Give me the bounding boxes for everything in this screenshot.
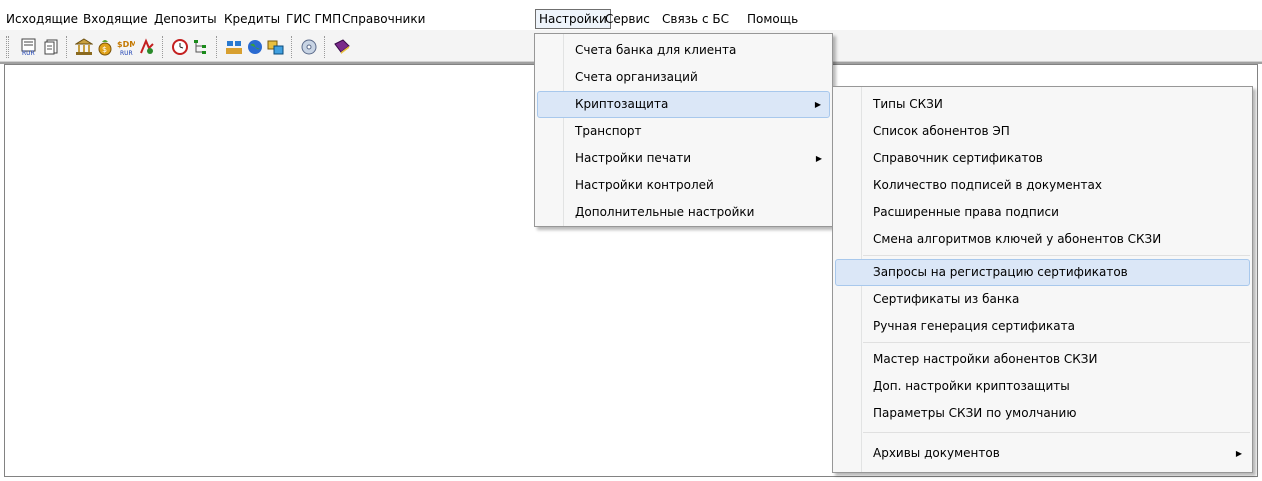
settings-item-label: Настройки контролей (575, 178, 714, 192)
crypto-item-extended-signing-rights[interactable]: Расширенные права подписи (835, 199, 1250, 226)
crypto-item-bank-certificates[interactable]: Сертификаты из банка (835, 286, 1250, 313)
menu-separator (863, 255, 1250, 256)
crypto-item-label: Список абонентов ЭП (873, 124, 1010, 138)
crypto-item-document-archives[interactable]: Архивы документов ▶ (835, 440, 1250, 467)
tree-icon[interactable] (192, 38, 210, 56)
menu-gis-gmp[interactable]: ГИС ГМП (282, 9, 345, 29)
settings-item-control-settings[interactable]: Настройки контролей (537, 172, 830, 199)
submenu-arrow-icon: ▶ (814, 100, 821, 109)
settings-item-label: Счета организаций (575, 70, 698, 84)
toolbar-separator (162, 36, 163, 58)
toolbar-separator (324, 36, 325, 58)
deposit-icon[interactable]: $ (96, 38, 114, 56)
settings-item-additional-settings[interactable]: Дополнительные настройки (537, 199, 830, 226)
settings-item-label: Криптозащита (575, 97, 669, 111)
exchange-icon[interactable] (267, 38, 285, 56)
crypto-item-certificates-directory[interactable]: Справочник сертификатов (835, 145, 1250, 172)
settings-item-org-accounts[interactable]: Счета организаций (537, 64, 830, 91)
menu-deposits[interactable]: Депозиты (150, 9, 221, 29)
users-icon[interactable] (225, 38, 243, 56)
crypto-item-signature-count[interactable]: Количество подписей в документах (835, 172, 1250, 199)
crypto-item-label: Справочник сертификатов (873, 151, 1043, 165)
settings-item-label: Настройки печати (575, 151, 692, 165)
copy-document-icon[interactable] (42, 38, 60, 56)
settings-item-transport[interactable]: Транспорт (537, 118, 830, 145)
menu-bs-connection[interactable]: Связь с БС (658, 9, 733, 29)
crypto-item-label: Мастер настройки абонентов СКЗИ (873, 352, 1098, 366)
book-icon[interactable] (333, 38, 351, 56)
menu-service[interactable]: Сервис (601, 9, 654, 29)
menu-outgoing[interactable]: Исходящие (2, 9, 82, 29)
crypto-item-skzi-types[interactable]: Типы СКЗИ (835, 91, 1250, 118)
toolbar-separator (216, 36, 217, 58)
crypto-item-label: Смена алгоритмов ключей у абонентов СКЗИ (873, 232, 1162, 246)
globe-icon[interactable] (246, 38, 264, 56)
menu-separator (863, 432, 1250, 433)
toolbar-separator (66, 36, 67, 58)
crypto-item-label: Архивы документов (873, 446, 1000, 460)
settings-item-label: Счета банка для клиента (575, 43, 737, 57)
toolbar-separator (291, 36, 292, 58)
menu-settings[interactable]: Настройки (535, 9, 611, 29)
menu-references[interactable]: Справочники (338, 9, 429, 29)
submenu-arrow-icon: ▶ (1235, 449, 1242, 458)
svg-text:$DM: $DM (117, 40, 135, 49)
crypto-item-subscriber-wizard[interactable]: Мастер настройки абонентов СКЗИ (835, 346, 1250, 373)
crypto-item-label: Количество подписей в документах (873, 178, 1102, 192)
menu-help[interactable]: Помощь (743, 9, 802, 29)
crypto-item-additional-crypto-settings[interactable]: Доп. настройки криптозащиты (835, 373, 1250, 400)
menu-separator (863, 342, 1250, 343)
crypto-item-label: Доп. настройки криптозащиты (873, 379, 1070, 393)
crypto-item-label: Сертификаты из банка (873, 292, 1020, 306)
bank-icon[interactable] (74, 38, 94, 56)
rur-document-icon[interactable]: RUR (20, 38, 38, 57)
clock-icon[interactable] (171, 38, 189, 56)
credit-icon[interactable] (138, 38, 156, 56)
settings-item-crypto[interactable]: Криптозащита ▶ (537, 91, 830, 118)
crypto-item-label: Типы СКЗИ (873, 97, 943, 111)
crypto-submenu: Типы СКЗИ Список абонентов ЭП Справочник… (832, 86, 1253, 473)
settings-item-label: Дополнительные настройки (575, 205, 755, 219)
disk-icon[interactable] (300, 38, 318, 56)
settings-item-print-settings[interactable]: Настройки печати ▶ (537, 145, 830, 172)
crypto-item-key-algorithm-change[interactable]: Смена алгоритмов ключей у абонентов СКЗИ (835, 226, 1250, 253)
menu-credits[interactable]: Кредиты (220, 9, 284, 29)
crypto-item-label: Запросы на регистрацию сертификатов (873, 265, 1128, 279)
svg-text:RUR: RUR (22, 50, 35, 56)
settings-item-bank-accounts[interactable]: Счета банка для клиента (537, 37, 830, 64)
menu-incoming[interactable]: Входящие (79, 9, 152, 29)
crypto-item-default-skzi-params[interactable]: Параметры СКЗИ по умолчанию (835, 400, 1250, 427)
submenu-arrow-icon: ▶ (815, 154, 822, 163)
toolbar-grip[interactable] (6, 36, 9, 58)
crypto-item-ep-subscribers[interactable]: Список абонентов ЭП (835, 118, 1250, 145)
crypto-item-registration-requests[interactable]: Запросы на регистрацию сертификатов (835, 259, 1250, 286)
settings-item-label: Транспорт (575, 124, 642, 138)
crypto-item-label: Ручная генерация сертификата (873, 319, 1075, 333)
svg-text:$: $ (102, 45, 107, 54)
settings-menu: Счета банка для клиента Счета организаци… (534, 33, 833, 227)
crypto-item-manual-generation[interactable]: Ручная генерация сертификата (835, 313, 1250, 340)
crypto-item-label: Расширенные права подписи (873, 205, 1059, 219)
crypto-item-label: Параметры СКЗИ по умолчанию (873, 406, 1077, 420)
menu-bar: Исходящие Входящие Депозиты Кредиты ГИС … (0, 0, 1262, 29)
svg-text:RUR: RUR (120, 50, 133, 56)
currency-icon[interactable]: $DM RUR (117, 38, 137, 57)
